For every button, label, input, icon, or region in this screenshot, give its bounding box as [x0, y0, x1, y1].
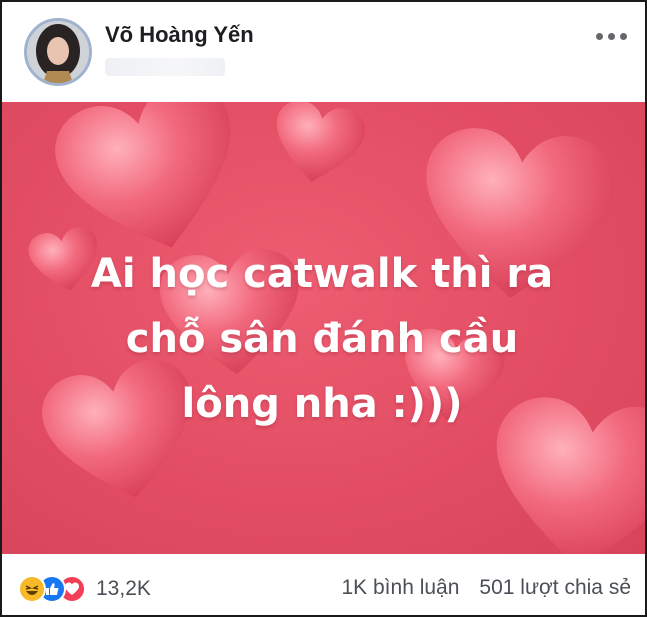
post-text-line: lông nha :))) — [181, 381, 463, 427]
author-name[interactable]: Võ Hoàng Yến — [105, 22, 254, 48]
post-text-line: Ai học catwalk thì ra — [90, 251, 554, 297]
haha-icon — [18, 575, 46, 603]
reactions-summary[interactable]: 13,2K — [18, 574, 151, 604]
shares-count-link[interactable]: 501 lượt chia sẻ — [479, 576, 631, 600]
avatar[interactable] — [24, 18, 92, 86]
post-text-line: chỗ sân đánh cầu — [125, 316, 519, 362]
post-footer: 13,2K 1K bình luận 501 lượt chia sẻ — [2, 554, 645, 615]
post-header: Võ Hoàng Yến — [2, 2, 645, 102]
reaction-count: 13,2K — [96, 577, 151, 600]
more-options-icon[interactable] — [591, 24, 631, 48]
engagement-stats: 1K bình luận 501 lượt chia sẻ — [341, 576, 631, 600]
comments-count-link[interactable]: 1K bình luận — [341, 576, 459, 600]
avatar-photo — [27, 21, 89, 83]
post-meta-blurred — [105, 58, 225, 76]
post-image-text: Ai học catwalk thì ra chỗ sân đánh cầu l… — [22, 242, 622, 437]
post-image[interactable]: Ai học catwalk thì ra chỗ sân đánh cầu l… — [2, 102, 645, 554]
post-card: Võ Hoàng Yến Ai học catwalk thì ra chỗ s… — [0, 0, 647, 617]
